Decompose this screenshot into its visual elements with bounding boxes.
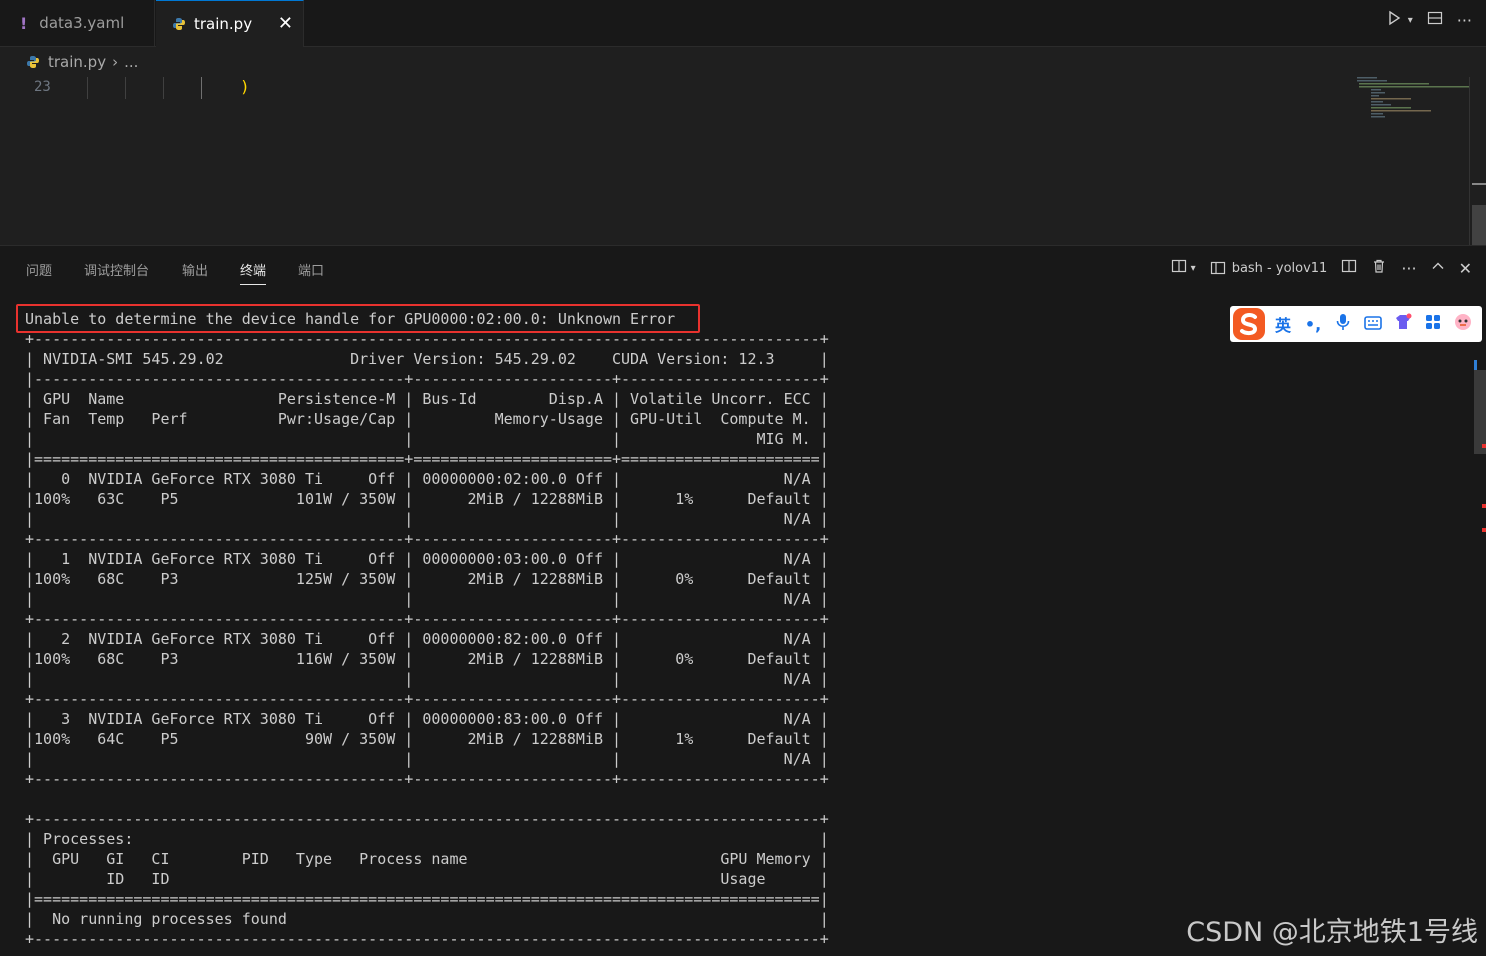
editor-tab-bar: ! data3.yaml train.py ✕ ▾ ··· [0, 0, 1486, 47]
tab-problems[interactable]: 问题 [26, 260, 52, 279]
python-icon [26, 55, 40, 69]
ime-lang-toggle[interactable]: 英 [1268, 312, 1298, 336]
breadcrumb-file[interactable]: train.py [48, 53, 106, 71]
keyboard-icon[interactable] [1358, 315, 1388, 334]
chevron-right-icon: › [112, 53, 119, 71]
tab-output[interactable]: 输出 [182, 260, 208, 279]
editor-actions: ▾ ··· [1386, 10, 1472, 30]
tab-label: data3.yaml [39, 14, 125, 32]
minimap[interactable] [1355, 77, 1469, 137]
indent-guide [87, 77, 88, 99]
split-terminal-icon[interactable] [1171, 258, 1187, 278]
chevron-down-icon[interactable]: ▾ [1408, 15, 1413, 26]
panel-actions: ▾ bash - yolov11 ··· ✕ [1171, 258, 1472, 278]
split-icon[interactable] [1341, 258, 1357, 278]
ime-punct-toggle[interactable]: •, [1298, 315, 1328, 334]
close-icon[interactable]: ✕ [278, 13, 293, 34]
watermark: CSDN @北京地铁1号线 [1186, 917, 1478, 948]
yaml-exclamation-icon: ! [20, 13, 28, 33]
tab-debug-console[interactable]: 调试控制台 [84, 260, 149, 279]
tab-train-py[interactable]: train.py ✕ [156, 0, 304, 47]
run-icon[interactable] [1386, 10, 1402, 30]
trash-icon[interactable] [1371, 258, 1387, 278]
terminal-output: Unable to determine the device handle fo… [25, 309, 829, 949]
breadcrumb-rest[interactable]: ... [124, 53, 138, 71]
more-actions-icon[interactable]: ··· [1457, 11, 1472, 30]
indent-guide [201, 77, 202, 99]
terminal-selector[interactable]: bash - yolov11 [1210, 260, 1328, 276]
chevron-down-icon[interactable]: ▾ [1191, 263, 1196, 274]
tab-label: train.py [194, 15, 253, 33]
skin-icon[interactable] [1388, 313, 1418, 335]
ime-toolbar: 英 •, [1230, 306, 1482, 342]
maximize-panel-icon[interactable] [1431, 259, 1445, 277]
error-highlight-box [16, 304, 700, 333]
indent-guide [163, 77, 164, 99]
panel-header: 问题 调试控制台 输出 终端 端口 ▾ bash - yolov11 ··· ✕ [0, 245, 1486, 296]
python-icon [172, 17, 186, 31]
mascot-icon[interactable] [1448, 313, 1478, 335]
tab-data3-yaml[interactable]: ! data3.yaml [0, 0, 155, 46]
terminal-icon [1210, 261, 1225, 275]
terminal-scrollbar[interactable] [1474, 360, 1486, 560]
terminal-name: bash - yolov11 [1231, 260, 1328, 276]
editor-scrollbar[interactable] [1469, 77, 1486, 245]
grid-menu-icon[interactable] [1418, 314, 1448, 334]
sogou-logo-icon[interactable] [1230, 306, 1268, 342]
more-actions-icon[interactable]: ··· [1401, 259, 1416, 278]
terminal[interactable]: Unable to determine the device handle fo… [0, 295, 1486, 956]
split-editor-icon[interactable] [1427, 10, 1443, 30]
nvidia-smi-output: +---------------------------------------… [25, 330, 829, 948]
tab-ports[interactable]: 端口 [298, 260, 324, 279]
tab-terminal[interactable]: 终端 [240, 260, 267, 285]
breadcrumb: train.py › ... [0, 47, 1486, 77]
code-token: ) [240, 77, 250, 96]
line-number: 23 [34, 79, 51, 95]
indent-guide [125, 77, 126, 99]
code-editor[interactable]: 23 ) [0, 77, 1486, 245]
close-panel-icon[interactable]: ✕ [1459, 259, 1472, 278]
microphone-icon[interactable] [1328, 313, 1358, 335]
